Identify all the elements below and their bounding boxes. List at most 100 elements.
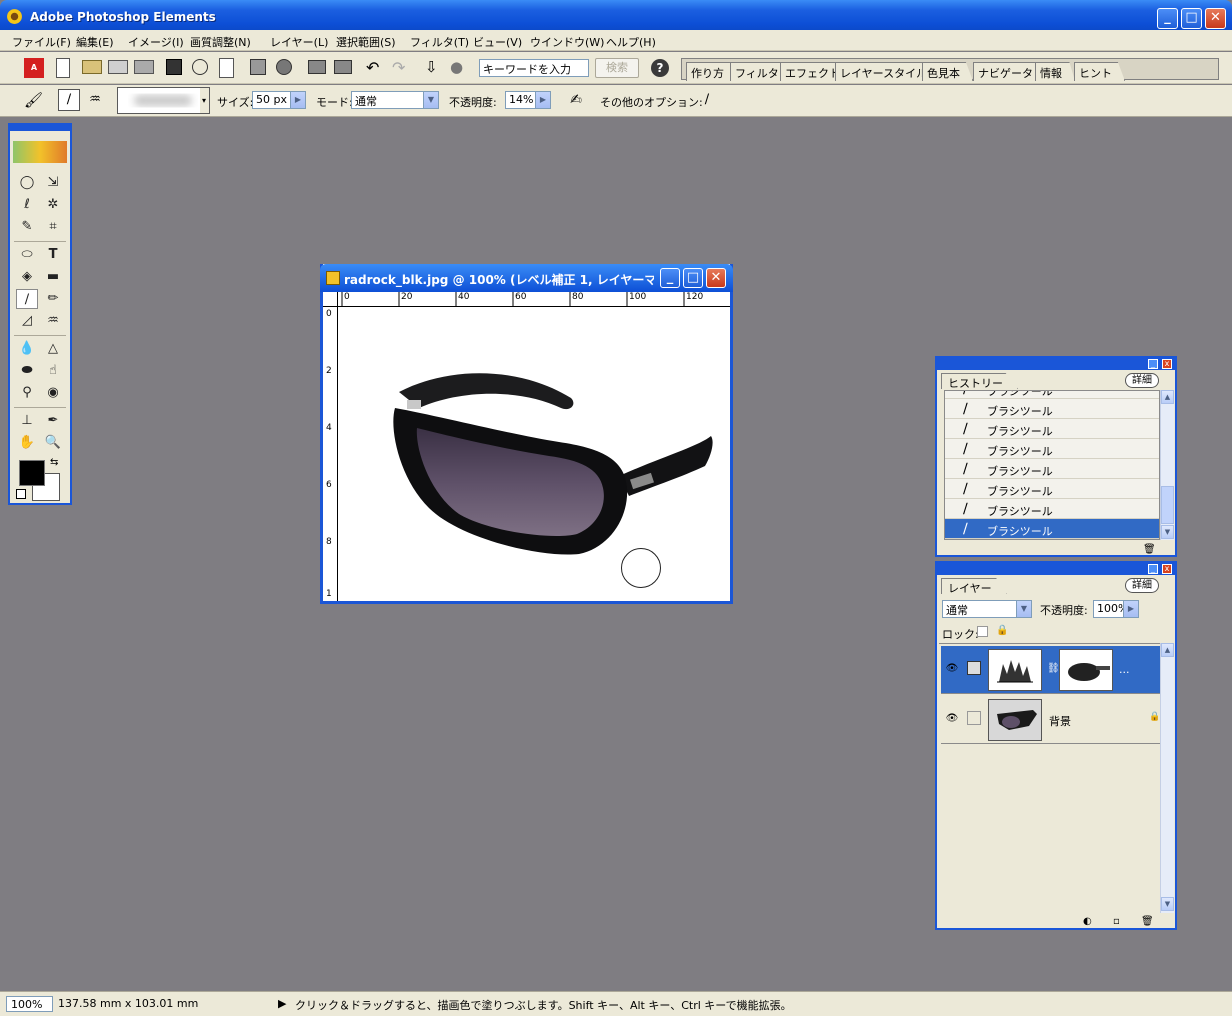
keyword-search-input[interactable]: キーワードを入力: [479, 59, 589, 77]
default-colors-icon[interactable]: [16, 489, 26, 499]
crop-tool-icon[interactable]: ⌗: [42, 217, 64, 237]
blur-tool-icon[interactable]: 💧: [16, 339, 38, 359]
zoom-field[interactable]: 100%: [6, 996, 53, 1012]
pencil-tool-icon[interactable]: ✏: [42, 289, 64, 309]
doc-maximize-button[interactable]: □: [683, 268, 703, 288]
lock-transparency-icon[interactable]: [977, 626, 988, 637]
new-adjustment-layer-icon[interactable]: ◐: [1083, 916, 1092, 927]
save-icon[interactable]: [166, 59, 182, 75]
more-options-brush-icon[interactable]: ∕: [697, 90, 717, 110]
panel-close-button[interactable]: x: [1162, 359, 1172, 369]
chain-link-icon[interactable]: ⛓: [1047, 663, 1060, 674]
type-tool-icon[interactable]: T: [42, 245, 64, 265]
eye-icon[interactable]: 👁: [945, 663, 959, 677]
adobe-logo-icon[interactable]: A: [24, 58, 44, 78]
menu-help[interactable]: ヘルプ(H): [606, 34, 656, 50]
lasso-tool-icon[interactable]: ℓ: [16, 195, 38, 215]
list-item[interactable]: ∕ブラシツール: [945, 439, 1159, 459]
size-slider-arrow[interactable]: ▶: [290, 92, 305, 108]
maximize-button[interactable]: □: [1181, 8, 1202, 29]
panel-minimize-button[interactable]: _: [1148, 564, 1158, 574]
size-field[interactable]: 50 px ▶: [252, 91, 306, 109]
menu-image[interactable]: イメージ(I): [128, 34, 184, 50]
paint-bucket-tool-icon[interactable]: ◈: [16, 267, 38, 287]
sponge-tool-icon[interactable]: ⬬: [16, 361, 38, 381]
menu-filter[interactable]: フィルタ(T): [410, 34, 469, 50]
tab-history[interactable]: ヒストリー: [941, 373, 1018, 389]
new-file-icon[interactable]: [56, 58, 70, 78]
panel-close-button[interactable]: x: [1162, 564, 1172, 574]
list-item[interactable]: ∕ブラシツール: [945, 399, 1159, 419]
search-button[interactable]: 検索: [595, 58, 639, 78]
open-file-icon[interactable]: [82, 60, 102, 74]
chevron-down-icon[interactable]: ▼: [1016, 601, 1031, 617]
history-more-button[interactable]: 詳細: [1125, 373, 1159, 388]
menu-edit[interactable]: 編集(E): [76, 34, 114, 50]
list-item[interactable]: ∕ブラシツール: [945, 499, 1159, 519]
red-eye-tool-icon[interactable]: ◉: [42, 383, 64, 403]
scroll-up-icon[interactable]: ▲: [1161, 643, 1174, 657]
clone-stamp-tool-icon[interactable]: ⊥: [16, 411, 38, 431]
print-icon[interactable]: [308, 60, 326, 74]
dodge-tool-icon[interactable]: ⚲: [16, 383, 38, 403]
opacity-slider-arrow[interactable]: ▶: [535, 92, 550, 108]
history-scrollbar[interactable]: ▲ ▼: [1160, 390, 1174, 540]
menu-file[interactable]: ファイル(F): [12, 34, 71, 50]
blend-mode-dropdown[interactable]: 通常 ▼: [942, 600, 1032, 618]
lock-all-icon[interactable]: 🔒: [996, 625, 1008, 636]
selection-brush-tool-icon[interactable]: ✎: [16, 217, 38, 237]
shape-tool-icon[interactable]: ⬭: [16, 245, 38, 265]
layer-row-adjustment[interactable]: 👁 ⛓ ...: [941, 646, 1163, 694]
layer-opacity-field[interactable]: 100% ▶: [1093, 600, 1139, 618]
pdf-icon[interactable]: [219, 58, 234, 78]
impressionist-tool-icon[interactable]: ♒: [42, 311, 64, 331]
doc-close-button[interactable]: ✕: [706, 268, 726, 288]
foreground-color-swatch[interactable]: [19, 460, 45, 486]
mode-dropdown[interactable]: 通常 ▼: [351, 91, 439, 109]
move-tool-icon[interactable]: ⇲: [42, 173, 64, 193]
doc-minimize-button[interactable]: _: [660, 268, 680, 288]
scroll-down-icon[interactable]: ▼: [1161, 897, 1174, 911]
layers-scrollbar[interactable]: ▲ ▼: [1160, 643, 1174, 913]
menu-enhance[interactable]: 画質調整(N): [190, 34, 251, 50]
layer-opacity-arrow[interactable]: ▶: [1123, 601, 1138, 617]
opacity-field[interactable]: 14% ▶: [505, 91, 551, 109]
menu-window[interactable]: ウインドウ(W): [530, 34, 604, 50]
minimize-button[interactable]: _: [1157, 8, 1178, 29]
image-canvas[interactable]: [339, 308, 730, 601]
trash-icon[interactable]: 🗑: [1143, 544, 1156, 555]
brush-tool-preset-icon[interactable]: 🖌: [24, 91, 44, 111]
list-item[interactable]: ∕ブラシツール: [945, 479, 1159, 499]
step-backward-icon[interactable]: ⇩: [425, 58, 445, 78]
mask-link-icon[interactable]: [967, 661, 981, 675]
airbrush-icon[interactable]: ✍: [566, 90, 586, 110]
menu-view[interactable]: ビュー(V): [473, 34, 522, 50]
impressionist-brush-icon[interactable]: ♒: [85, 90, 105, 110]
gradient-tool-icon[interactable]: ▬: [42, 267, 64, 287]
print-preview-icon[interactable]: [334, 60, 352, 74]
link-box[interactable]: [967, 711, 981, 725]
close-button[interactable]: ✕: [1205, 8, 1226, 29]
eye-icon[interactable]: 👁: [945, 713, 959, 727]
save-for-web-icon[interactable]: [192, 59, 208, 75]
menu-select[interactable]: 選択範囲(S): [336, 34, 396, 50]
sharpen-tool-icon[interactable]: △: [42, 339, 64, 359]
redo-icon[interactable]: ↷: [392, 59, 412, 79]
status-arrow-icon[interactable]: ▶: [278, 997, 286, 1010]
chevron-down-icon[interactable]: ▼: [423, 92, 438, 108]
brush-preset-picker[interactable]: ▾: [117, 87, 210, 114]
eyedropper-tool-icon[interactable]: ✒: [42, 411, 64, 431]
list-item[interactable]: ∕ブラシツール: [945, 419, 1159, 439]
trash-icon[interactable]: 🗑: [1141, 916, 1154, 927]
layer-row-background[interactable]: 👁 背景 🔒: [941, 696, 1163, 744]
undo-icon[interactable]: ↶: [366, 59, 386, 79]
list-item[interactable]: ∕ブラシツール: [945, 391, 1159, 399]
email-icon[interactable]: [250, 59, 266, 75]
menu-layer[interactable]: レイヤー(L): [270, 34, 328, 50]
tab-swatches[interactable]: 色見本: [922, 62, 973, 81]
layers-more-button[interactable]: 詳細: [1125, 578, 1159, 593]
eraser-tool-icon[interactable]: ◿: [16, 311, 38, 331]
swap-colors-icon[interactable]: ⇆: [50, 457, 58, 468]
magic-wand-tool-icon[interactable]: ✲: [42, 195, 64, 215]
import-icon[interactable]: [134, 60, 154, 74]
